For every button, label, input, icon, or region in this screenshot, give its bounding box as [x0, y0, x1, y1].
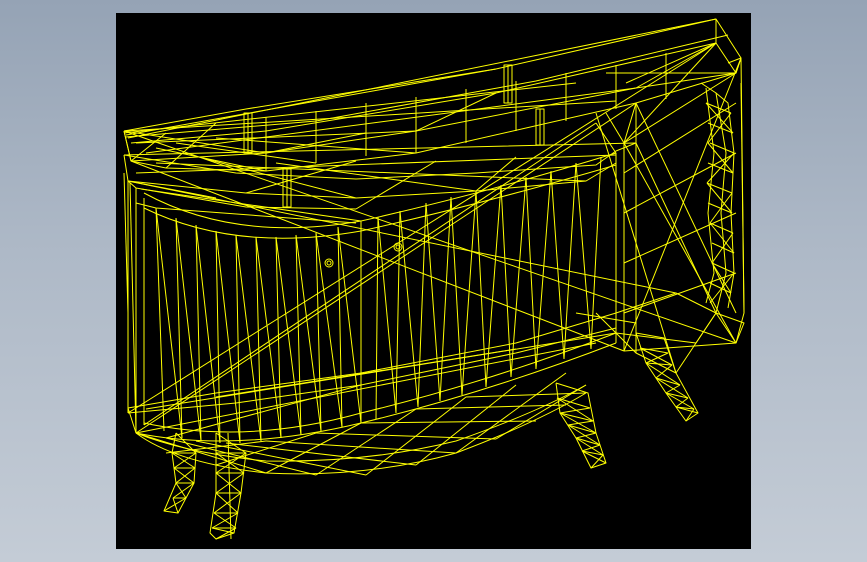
cad-viewport[interactable] [116, 13, 751, 549]
door-knobs [324, 242, 403, 268]
cabinet-frieze [123, 142, 637, 224]
cabinet-right-side [595, 42, 745, 353]
leg-front-left [163, 432, 197, 514]
cabinet-bottom-rail [127, 292, 737, 439]
leg-front-center [209, 432, 247, 540]
wireframe-model [123, 18, 745, 540]
cabinet-legs [163, 332, 699, 540]
